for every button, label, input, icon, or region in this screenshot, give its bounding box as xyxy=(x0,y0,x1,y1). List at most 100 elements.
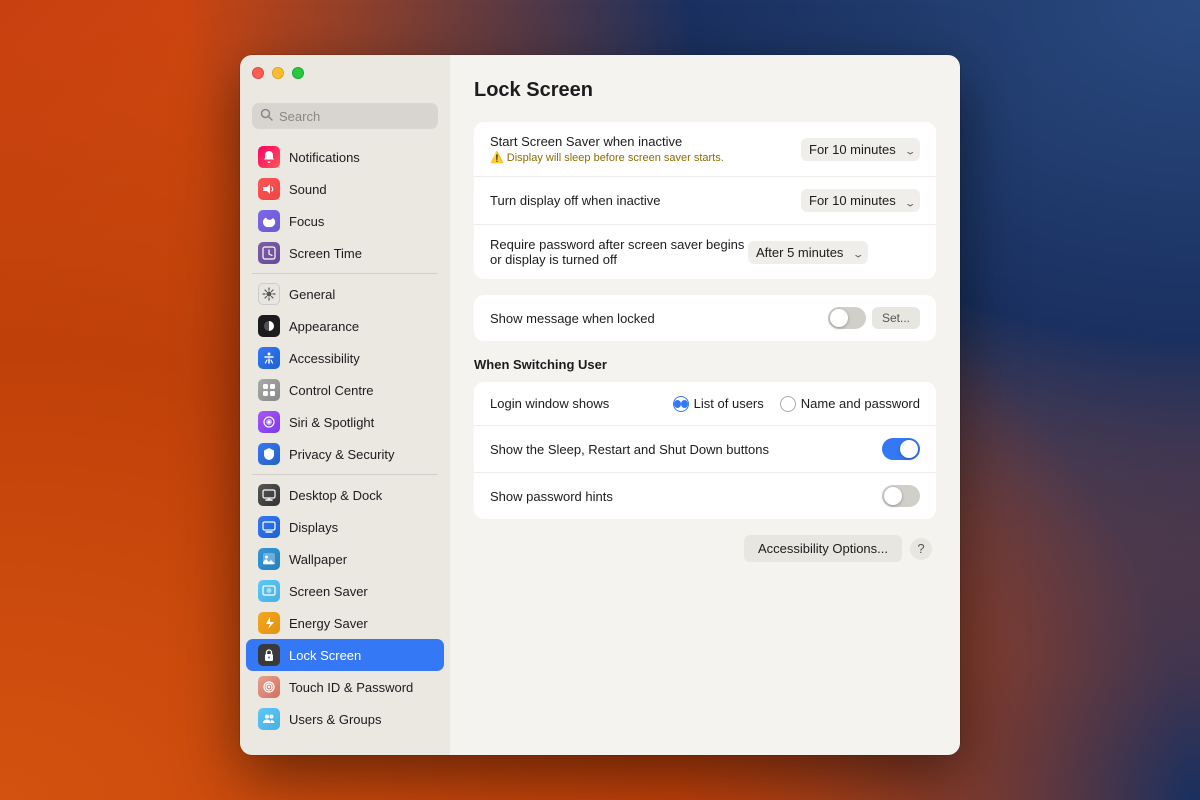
sidebar-item-displays[interactable]: Displays xyxy=(246,511,444,543)
main-content: Lock Screen Start Screen Saver when inac… xyxy=(450,55,960,755)
appearance-icon xyxy=(258,315,280,337)
set-button[interactable]: Set... xyxy=(872,307,920,329)
notifications-label: Notifications xyxy=(289,150,360,165)
sound-icon xyxy=(258,178,280,200)
settings-row-screensaver: Start Screen Saver when inactive ⚠️ Disp… xyxy=(474,122,936,177)
accessibility-options-button[interactable]: Accessibility Options... xyxy=(744,535,902,562)
wallpaper-icon xyxy=(258,548,280,570)
settings-group-2: Show message when locked Set... xyxy=(474,295,936,341)
screentime-label: Screen Time xyxy=(289,246,362,261)
sidebar-item-touchid[interactable]: Touch ID & Password xyxy=(246,671,444,703)
sidebar-section-3: Desktop & Dock Displays xyxy=(240,479,450,735)
sidebar-item-screentime[interactable]: Screen Time xyxy=(246,237,444,269)
display-off-select[interactable]: For 10 minutes xyxy=(801,189,920,212)
sidebar-item-controlcentre[interactable]: Control Centre xyxy=(246,374,444,406)
password-hints-label: Show password hints xyxy=(490,489,882,504)
require-password-select-wrapper: After 5 minutes xyxy=(748,241,868,264)
appearance-label: Appearance xyxy=(289,319,359,334)
sidebar-section-1: Notifications Sound xyxy=(240,141,450,269)
radio-name-label: Name and password xyxy=(801,396,920,411)
controlcentre-icon xyxy=(258,379,280,401)
wallpaper-label: Wallpaper xyxy=(289,552,347,567)
desktop-label: Desktop & Dock xyxy=(289,488,382,503)
settings-window: Notifications Sound xyxy=(240,55,960,755)
sidebar-item-focus[interactable]: Focus xyxy=(246,205,444,237)
settings-group-1: Start Screen Saver when inactive ⚠️ Disp… xyxy=(474,122,936,279)
screensaver-control: For 10 minutes xyxy=(801,138,920,161)
switching-user-header: When Switching User xyxy=(474,357,936,372)
search-icon xyxy=(260,108,273,124)
energysaver-label: Energy Saver xyxy=(289,616,368,631)
settings-group-switching-user: Login window shows List of users Name an… xyxy=(474,382,936,519)
display-off-label: Turn display off when inactive xyxy=(490,193,801,208)
divider-1 xyxy=(252,273,438,274)
focus-icon xyxy=(258,210,280,232)
divider-2 xyxy=(252,474,438,475)
sidebar-item-general[interactable]: General xyxy=(246,278,444,310)
screensaver-label-text: Start Screen Saver when inactive ⚠️ Disp… xyxy=(490,134,801,164)
radio-list-of-users[interactable]: List of users xyxy=(673,396,764,412)
radio-name-and-password[interactable]: Name and password xyxy=(780,396,920,412)
users-label: Users & Groups xyxy=(289,712,381,727)
maximize-button[interactable] xyxy=(292,67,304,79)
screensaver-select[interactable]: For 10 minutes xyxy=(801,138,920,161)
sidebar-scroll: Notifications Sound xyxy=(240,141,450,755)
sidebar-item-energysaver[interactable]: Energy Saver xyxy=(246,607,444,639)
sidebar-item-sound[interactable]: Sound xyxy=(246,173,444,205)
warning-icon: ⚠️ xyxy=(490,152,504,164)
login-window-radio-group: List of users Name and password xyxy=(673,396,920,412)
settings-row-display-off: Turn display off when inactive For 10 mi… xyxy=(474,177,936,225)
accessibility-label: Accessibility xyxy=(289,351,360,366)
sidebar-item-lockscreen[interactable]: Lock Screen xyxy=(246,639,444,671)
sidebar-item-users[interactable]: Users & Groups xyxy=(246,703,444,735)
sidebar-item-screensaver[interactable]: Screen Saver xyxy=(246,575,444,607)
search-box[interactable] xyxy=(252,103,438,129)
sidebar-item-appearance[interactable]: Appearance xyxy=(246,310,444,342)
sidebar-section-2: General Appearance xyxy=(240,278,450,470)
sidebar-item-privacy[interactable]: Privacy & Security xyxy=(246,438,444,470)
general-label: General xyxy=(289,287,335,302)
page-title: Lock Screen xyxy=(474,79,936,102)
lockscreen-icon xyxy=(258,644,280,666)
controlcentre-label: Control Centre xyxy=(289,383,374,398)
require-password-select[interactable]: After 5 minutes xyxy=(748,241,868,264)
password-hints-toggle[interactable] xyxy=(882,485,920,507)
radio-circle-list xyxy=(673,396,689,412)
screensaver-label: Screen Saver xyxy=(289,584,368,599)
siri-icon xyxy=(258,411,280,433)
password-hints-control xyxy=(882,485,920,507)
close-button[interactable] xyxy=(252,67,264,79)
lockscreen-label: Lock Screen xyxy=(289,648,361,663)
accessibility-icon xyxy=(258,347,280,369)
privacy-label: Privacy & Security xyxy=(289,447,394,462)
sidebar: Notifications Sound xyxy=(240,55,450,755)
bottom-row: Accessibility Options... ? xyxy=(474,535,936,562)
displays-icon xyxy=(258,516,280,538)
screensaver-sublabel: ⚠️ Display will sleep before screen save… xyxy=(490,151,801,164)
sleep-restart-control xyxy=(882,438,920,460)
notifications-icon xyxy=(258,146,280,168)
sidebar-item-notifications[interactable]: Notifications xyxy=(246,141,444,173)
sleep-restart-label: Show the Sleep, Restart and Shut Down bu… xyxy=(490,442,882,457)
sleep-restart-toggle[interactable] xyxy=(882,438,920,460)
settings-row-login-window: Login window shows List of users Name an… xyxy=(474,382,936,426)
help-button[interactable]: ? xyxy=(910,538,932,560)
minimize-button[interactable] xyxy=(272,67,284,79)
show-message-control: Set... xyxy=(828,307,920,329)
focus-label: Focus xyxy=(289,214,324,229)
display-off-control: For 10 minutes xyxy=(801,189,920,212)
sidebar-item-desktop[interactable]: Desktop & Dock xyxy=(246,479,444,511)
sidebar-item-wallpaper[interactable]: Wallpaper xyxy=(246,543,444,575)
radio-list-label: List of users xyxy=(694,396,764,411)
search-input[interactable] xyxy=(279,109,430,124)
sidebar-item-accessibility[interactable]: Accessibility xyxy=(246,342,444,374)
show-message-toggle[interactable] xyxy=(828,307,866,329)
desktop-icon xyxy=(258,484,280,506)
general-icon xyxy=(258,283,280,305)
traffic-lights xyxy=(252,67,304,79)
display-off-select-wrapper: For 10 minutes xyxy=(801,189,920,212)
require-password-control: After 5 minutes xyxy=(748,241,868,264)
screensaver-icon xyxy=(258,580,280,602)
settings-row-sleep-restart: Show the Sleep, Restart and Shut Down bu… xyxy=(474,426,936,473)
sidebar-item-siri[interactable]: Siri & Spotlight xyxy=(246,406,444,438)
